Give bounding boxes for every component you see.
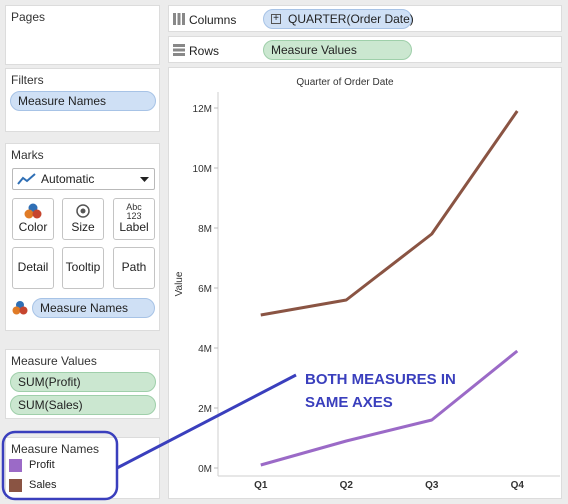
size-label: Size xyxy=(71,220,95,234)
rows-label: Rows xyxy=(189,44,220,58)
filters-title: Filters xyxy=(11,73,44,87)
label-label: Label xyxy=(119,220,149,234)
view-area xyxy=(168,67,562,499)
pages-title: Pages xyxy=(11,10,46,24)
measure-names-legend-title: Measure Names xyxy=(11,442,100,456)
detail-label: Detail xyxy=(17,260,49,274)
measure-values-title: Measure Values xyxy=(11,354,97,368)
detail-button[interactable]: Detail xyxy=(12,247,54,289)
columns-pill-quarter[interactable]: + QUARTER(Order Date) xyxy=(263,9,414,29)
legend-swatch-profit xyxy=(9,459,22,472)
filters-card: Filters Measure Names xyxy=(5,68,160,132)
columns-shelf[interactable]: Columns + QUARTER(Order Date) xyxy=(168,5,562,32)
rows-pill-measure-values[interactable]: Measure Values xyxy=(263,40,412,60)
tooltip-button[interactable]: Tooltip xyxy=(62,247,104,289)
chevron-down-icon xyxy=(140,177,149,182)
tooltip-label: Tooltip xyxy=(65,260,101,274)
measure-pill-sales[interactable]: SUM(Sales) xyxy=(10,395,156,415)
pages-card: Pages xyxy=(5,5,160,65)
color-label: Color xyxy=(18,220,48,234)
columns-label: Columns xyxy=(189,13,237,27)
legend-label-sales: Sales xyxy=(29,479,57,491)
path-button[interactable]: Path xyxy=(113,247,155,289)
marks-title: Marks xyxy=(11,148,44,162)
path-label: Path xyxy=(121,260,147,274)
label-button[interactable]: Abc 123 Label xyxy=(113,198,155,240)
size-button[interactable]: Size xyxy=(62,198,104,240)
line-mark-icon xyxy=(17,173,36,185)
measure-values-card: Measure Values SUM(Profit) SUM(Sales) xyxy=(5,349,160,419)
expand-icon[interactable]: + xyxy=(271,14,281,24)
columns-icon xyxy=(173,13,185,25)
rows-shelf[interactable]: Rows Measure Values xyxy=(168,36,562,63)
label-icon: Abc 123 xyxy=(114,203,154,221)
legend-label-profit: Profit xyxy=(29,459,55,471)
filter-pill-measure-names[interactable]: Measure Names xyxy=(10,91,156,111)
measure-pill-profit[interactable]: SUM(Profit) xyxy=(10,372,156,392)
mark-type-dropdown[interactable]: Automatic xyxy=(12,168,155,190)
columns-pill-label: QUARTER(Order Date) xyxy=(288,12,414,26)
marks-color-pill-measure-names[interactable]: Measure Names xyxy=(32,298,155,318)
rows-icon xyxy=(173,44,185,56)
mark-type-value: Automatic xyxy=(41,172,95,186)
legend-swatch-sales xyxy=(9,479,22,492)
color-encoding-icon xyxy=(12,301,28,315)
color-button[interactable]: Color xyxy=(12,198,54,240)
